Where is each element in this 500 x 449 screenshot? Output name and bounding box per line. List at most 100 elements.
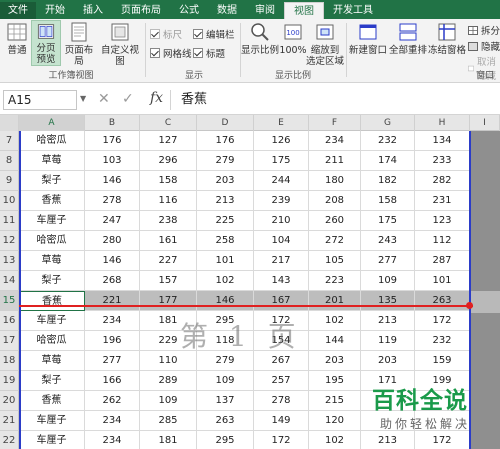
cell-value[interactable]: 172 <box>415 311 470 331</box>
cell-value[interactable]: 247 <box>85 211 140 231</box>
cell-name[interactable]: 梨子 <box>19 171 85 191</box>
row-header[interactable]: 12 <box>0 231 19 251</box>
tab-view[interactable]: 视图 <box>284 2 324 19</box>
freeze-panes-button[interactable]: 冻结窗格 <box>428 22 466 56</box>
cell-name[interactable]: 香蕉 <box>19 391 85 411</box>
cell-value[interactable]: 134 <box>415 131 470 151</box>
arrange-all-button[interactable]: 全部重排 <box>388 22 428 56</box>
column-header-a[interactable]: A <box>19 115 85 131</box>
split-button[interactable]: 拆分 <box>468 23 500 37</box>
cell-value[interactable]: 137 <box>197 391 254 411</box>
column-header-c[interactable]: C <box>140 115 197 131</box>
cell-value[interactable]: 149 <box>254 411 309 431</box>
row-header[interactable]: 18 <box>0 351 19 371</box>
cell-value[interactable]: 203 <box>309 351 361 371</box>
row-header[interactable]: 22 <box>0 431 19 449</box>
cell-value[interactable]: 233 <box>415 151 470 171</box>
cell-value[interactable]: 109 <box>197 371 254 391</box>
cell-value[interactable]: 257 <box>254 371 309 391</box>
cell-value[interactable]: 282 <box>415 171 470 191</box>
cell-value[interactable]: 201 <box>309 291 361 311</box>
drag-handle-right-dot[interactable] <box>466 302 473 309</box>
cell-value[interactable]: 172 <box>254 431 309 449</box>
tab-page-layout[interactable]: 页面布局 <box>112 2 170 19</box>
cell-value[interactable]: 238 <box>140 211 197 231</box>
cell-value[interactable]: 227 <box>140 251 197 271</box>
zoom-button[interactable]: 显示比例 <box>241 22 279 56</box>
cell-value[interactable]: 278 <box>85 191 140 211</box>
row-header[interactable]: 19 <box>0 371 19 391</box>
cell-value[interactable]: 244 <box>254 171 309 191</box>
cell-value[interactable]: 159 <box>415 351 470 371</box>
cell-value[interactable]: 158 <box>361 191 415 211</box>
insert-function-icon[interactable]: fx <box>150 90 163 106</box>
cell-value[interactable]: 135 <box>361 291 415 311</box>
cell-name[interactable]: 车厘子 <box>19 411 85 431</box>
cell-name[interactable]: 草莓 <box>19 251 85 271</box>
cell-value[interactable]: 215 <box>309 391 361 411</box>
column-header-h[interactable]: H <box>415 115 470 131</box>
cell-name[interactable]: 梨子 <box>19 271 85 291</box>
cell-value[interactable]: 239 <box>254 191 309 211</box>
cell-value[interactable]: 234 <box>309 131 361 151</box>
cell-value[interactable]: 105 <box>309 251 361 271</box>
name-box-dropdown-icon[interactable]: ▼ <box>80 94 86 103</box>
row-header[interactable]: 17 <box>0 331 19 351</box>
cell-value[interactable]: 174 <box>361 151 415 171</box>
cell-value[interactable]: 232 <box>415 331 470 351</box>
cell-value[interactable]: 123 <box>415 211 470 231</box>
cell-value[interactable]: 104 <box>254 231 309 251</box>
cell-value[interactable]: 279 <box>197 151 254 171</box>
cell-value[interactable]: 295 <box>197 431 254 449</box>
zoom-to-selection-button[interactable]: 缩放到 选定区域 <box>306 22 344 67</box>
cell-value[interactable]: 103 <box>85 151 140 171</box>
cell-value[interactable]: 208 <box>309 191 361 211</box>
cell-name[interactable]: 哈密瓜 <box>19 231 85 251</box>
cell-value[interactable]: 289 <box>140 371 197 391</box>
cell-value[interactable]: 126 <box>254 131 309 151</box>
ruler-checkbox[interactable]: 标尺 <box>150 27 182 41</box>
cell-value[interactable]: 177 <box>140 291 197 311</box>
cell-value[interactable]: 157 <box>140 271 197 291</box>
cell-name[interactable]: 香蕉 <box>19 291 85 311</box>
cell-value[interactable]: 217 <box>254 251 309 271</box>
cell-value[interactable]: 127 <box>140 131 197 151</box>
cell-value[interactable]: 258 <box>197 231 254 251</box>
cell-value[interactable]: 146 <box>85 171 140 191</box>
cell-name[interactable]: 车厘子 <box>19 431 85 449</box>
cell-value[interactable]: 280 <box>85 231 140 251</box>
cell-value[interactable]: 296 <box>140 151 197 171</box>
row-header[interactable]: 16 <box>0 311 19 331</box>
cell-value[interactable]: 182 <box>361 171 415 191</box>
hide-button[interactable]: 隐藏 <box>468 39 500 53</box>
cell-value[interactable]: 272 <box>309 231 361 251</box>
cancel-icon[interactable]: ✕ <box>98 91 110 107</box>
page-break-preview-button[interactable]: 分页 预览 <box>31 20 61 66</box>
new-window-button[interactable]: 新建窗口 <box>348 22 388 56</box>
cell-value[interactable]: 263 <box>415 291 470 311</box>
cell-value[interactable]: 260 <box>309 211 361 231</box>
cell-value[interactable]: 143 <box>254 271 309 291</box>
formula-input[interactable]: 香蕉 <box>170 90 498 110</box>
cell-value[interactable]: 181 <box>140 431 197 449</box>
cell-value[interactable]: 175 <box>361 211 415 231</box>
cell-value[interactable]: 146 <box>85 251 140 271</box>
zoom-100-button[interactable]: 100 100% <box>279 22 307 56</box>
cell-value[interactable]: 166 <box>85 371 140 391</box>
cell-value[interactable]: 263 <box>197 411 254 431</box>
spreadsheet-grid[interactable]: A B C D E F G H I 哈密瓜 176 127 176 126 234 232 1… <box>0 115 500 449</box>
column-header-f[interactable]: F <box>309 115 361 131</box>
column-header-e[interactable]: E <box>254 115 309 131</box>
cell-name[interactable]: 车厘子 <box>19 311 85 331</box>
cell-value[interactable]: 223 <box>309 271 361 291</box>
cell-value[interactable]: 211 <box>309 151 361 171</box>
column-header-g[interactable]: G <box>361 115 415 131</box>
row-header[interactable]: 13 <box>0 251 19 271</box>
cell-value[interactable]: 262 <box>85 391 140 411</box>
tab-formulas[interactable]: 公式 <box>170 2 208 19</box>
row-header[interactable]: 15 <box>0 291 19 311</box>
cell-value[interactable]: 195 <box>309 371 361 391</box>
normal-view-button[interactable]: 普通 <box>3 22 31 56</box>
gridlines-checkbox[interactable]: 网格线 <box>150 46 192 60</box>
row-header[interactable]: 9 <box>0 171 19 191</box>
